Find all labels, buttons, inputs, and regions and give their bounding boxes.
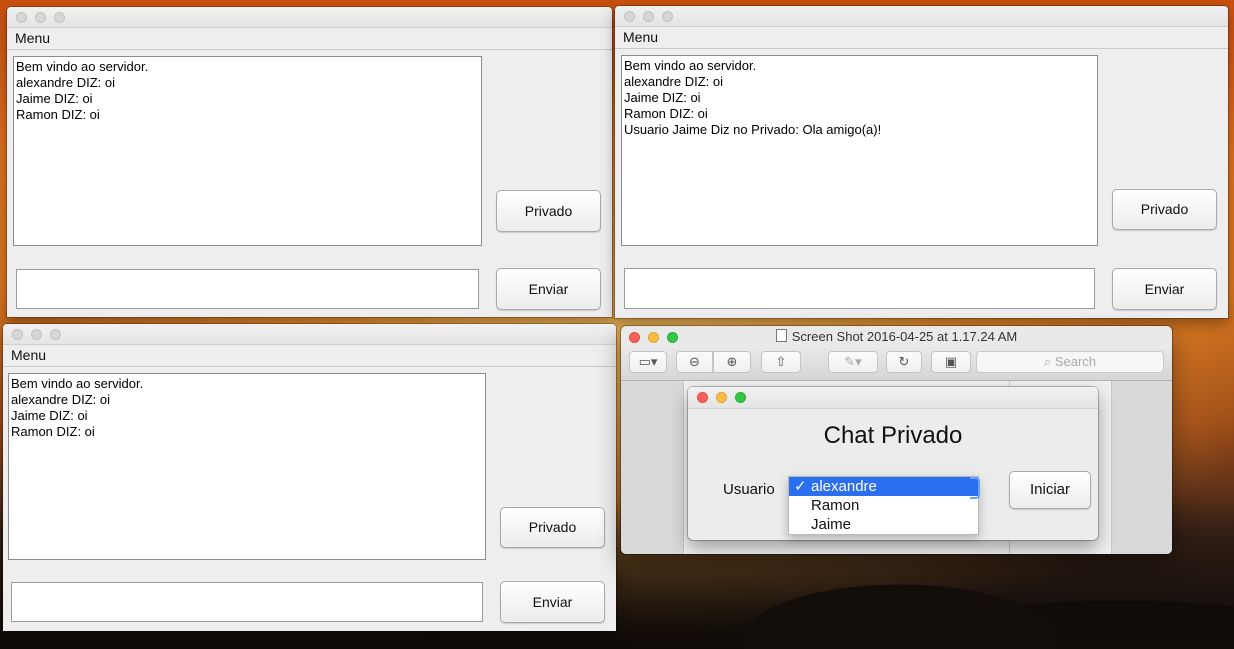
chat-log: Bem vindo ao servidor. alexandre DIZ: oi… bbox=[13, 56, 482, 246]
rotate-icon[interactable]: ↻ bbox=[886, 351, 922, 373]
zoom-icon[interactable] bbox=[50, 329, 61, 340]
privado-button[interactable]: Privado bbox=[1112, 189, 1217, 230]
usuario-label: Usuario bbox=[723, 481, 775, 498]
chat-log: Bem vindo ao servidor. alexandre DIZ: oi… bbox=[8, 373, 486, 560]
enviar-button[interactable]: Enviar bbox=[496, 268, 601, 310]
chat-message: alexandre DIZ: oi bbox=[624, 74, 723, 89]
iniciar-button[interactable]: Iniciar bbox=[1009, 471, 1091, 509]
chat-message: Bem vindo ao servidor. bbox=[16, 59, 149, 74]
zoom-in-icon[interactable]: ⊕ bbox=[713, 351, 751, 373]
preview-toolbar: ▭▾ ⊖ ⊕ ⇧ ✎▾ ↻ ▣ ⌕ Search bbox=[621, 348, 1172, 381]
user-dropdown[interactable]: ✓ alexandre Ramon Jaime bbox=[788, 476, 979, 535]
focus-ring bbox=[970, 477, 980, 499]
chat-message: Bem vindo ao servidor. bbox=[624, 58, 757, 73]
chat-message: Ramon DIZ: oi bbox=[11, 424, 95, 439]
chat-privado-dialog: Chat Privado Usuario ✓ alexandre Ramon Ja… bbox=[688, 387, 1098, 540]
zoom-out-icon[interactable]: ⊖ bbox=[676, 351, 713, 373]
menu-item[interactable]: Menu bbox=[623, 29, 658, 45]
preview-title: Screen Shot 2016-04-25 at 1.17.24 AM bbox=[621, 326, 1172, 348]
close-icon[interactable] bbox=[624, 11, 635, 22]
title-bar[interactable] bbox=[688, 387, 1098, 409]
chat-message: alexandre DIZ: oi bbox=[11, 392, 110, 407]
chat-message: Ramon DIZ: oi bbox=[624, 106, 708, 121]
message-input[interactable] bbox=[16, 269, 479, 309]
menu-item[interactable]: Menu bbox=[15, 30, 50, 46]
document-icon bbox=[775, 329, 787, 342]
chat-message: alexandre DIZ: oi bbox=[16, 75, 115, 90]
chat-message: Jaime DIZ: oi bbox=[624, 90, 701, 105]
chat-message: Usuario Jaime Diz no Privado: Ola amigo(… bbox=[624, 122, 882, 137]
close-icon[interactable] bbox=[697, 392, 708, 403]
sidebar-icon[interactable]: ▭▾ bbox=[629, 351, 667, 373]
checkmark-icon: ✓ bbox=[794, 478, 807, 495]
enviar-button[interactable]: Enviar bbox=[1112, 268, 1217, 310]
dropdown-option-ramon[interactable]: Ramon bbox=[789, 496, 978, 515]
message-input[interactable] bbox=[624, 268, 1095, 309]
markup-pen-icon[interactable]: ✎▾ bbox=[828, 351, 878, 373]
minimize-icon[interactable] bbox=[716, 392, 727, 403]
chat-message: Jaime DIZ: oi bbox=[11, 408, 88, 423]
chat-message: Bem vindo ao servidor. bbox=[11, 376, 144, 391]
minimize-icon[interactable] bbox=[35, 12, 46, 23]
chat-window-3: Menu Bem vindo ao servidor. alexandre DI… bbox=[3, 324, 616, 631]
dropdown-option-jaime[interactable]: Jaime bbox=[789, 515, 978, 534]
title-bar[interactable] bbox=[7, 7, 612, 28]
privado-button[interactable]: Privado bbox=[496, 190, 601, 232]
privado-button[interactable]: Privado bbox=[500, 507, 605, 548]
close-icon[interactable] bbox=[16, 12, 27, 23]
title-bar[interactable] bbox=[3, 324, 616, 345]
dialog-title: Chat Privado bbox=[823, 422, 963, 449]
enviar-button[interactable]: Enviar bbox=[500, 581, 605, 623]
zoom-icon[interactable] bbox=[662, 11, 673, 22]
search-input[interactable]: ⌕ Search bbox=[976, 351, 1164, 373]
close-icon[interactable] bbox=[12, 329, 23, 340]
dropdown-option-alexandre[interactable]: ✓ alexandre bbox=[789, 477, 978, 496]
chat-window-1: Menu Bem vindo ao servidor. alexandre DI… bbox=[7, 7, 612, 317]
minimize-icon[interactable] bbox=[31, 329, 42, 340]
title-bar[interactable] bbox=[615, 6, 1228, 27]
zoom-icon[interactable] bbox=[54, 12, 65, 23]
chat-message: Ramon DIZ: oi bbox=[16, 107, 100, 122]
menu-item[interactable]: Menu bbox=[11, 347, 46, 363]
toolbox-icon[interactable]: ▣ bbox=[931, 351, 971, 373]
chat-message: Jaime DIZ: oi bbox=[16, 91, 93, 106]
zoom-icon[interactable] bbox=[735, 392, 746, 403]
share-icon[interactable]: ⇧ bbox=[761, 351, 801, 373]
chat-window-2: Menu Bem vindo ao servidor. alexandre DI… bbox=[615, 6, 1228, 318]
minimize-icon[interactable] bbox=[643, 11, 654, 22]
chat-log: Bem vindo ao servidor. alexandre DIZ: oi… bbox=[621, 55, 1098, 246]
message-input[interactable] bbox=[11, 582, 483, 622]
